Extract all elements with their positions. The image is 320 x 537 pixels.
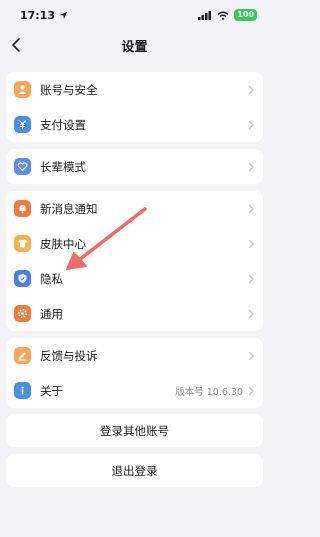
row-payment-settings[interactable]: 支付设置 bbox=[6, 107, 263, 142]
nav-bar: 设置 bbox=[0, 30, 269, 60]
row-label: 长辈模式 bbox=[40, 159, 86, 174]
chevron-right-icon bbox=[248, 204, 254, 213]
person-icon bbox=[14, 81, 31, 98]
shield-icon bbox=[14, 270, 31, 287]
row-label: 通用 bbox=[40, 306, 63, 321]
settings-group-elder: 长辈模式 bbox=[6, 149, 263, 184]
chevron-right-icon bbox=[248, 309, 254, 318]
bell-icon bbox=[14, 200, 31, 217]
row-general[interactable]: 通用 bbox=[6, 296, 263, 331]
row-label: 新消息通知 bbox=[40, 201, 98, 216]
login-other-account-button[interactable]: 登录其他账号 bbox=[6, 414, 263, 447]
gear-icon bbox=[14, 305, 31, 322]
version-text: 版本号 10.6.30 bbox=[175, 386, 243, 398]
chevron-right-icon bbox=[248, 274, 254, 283]
info-icon bbox=[14, 382, 31, 399]
settings-group-general: 新消息通知 皮肤中心 隐私 通用 bbox=[6, 191, 263, 331]
status-bar: 17:13 100 bbox=[0, 0, 269, 30]
shirt-icon bbox=[14, 235, 31, 252]
status-left: 17:13 bbox=[20, 9, 68, 22]
heart-icon bbox=[14, 158, 31, 175]
row-notifications[interactable]: 新消息通知 bbox=[6, 191, 263, 226]
signal-icon bbox=[198, 10, 212, 20]
row-feedback[interactable]: 反馈与投诉 bbox=[6, 338, 263, 373]
battery-indicator: 100 bbox=[234, 9, 257, 21]
status-time: 17:13 bbox=[20, 8, 56, 22]
page-title: 设置 bbox=[121, 39, 148, 55]
chevron-right-icon bbox=[248, 386, 254, 395]
wifi-icon bbox=[217, 11, 229, 20]
chevron-right-icon bbox=[248, 85, 254, 94]
row-label: 隐私 bbox=[40, 271, 63, 286]
back-icon[interactable] bbox=[8, 36, 26, 54]
chevron-right-icon bbox=[248, 162, 254, 171]
row-label: 账号与安全 bbox=[40, 82, 98, 97]
row-label: 支付设置 bbox=[40, 117, 86, 132]
row-elder-mode[interactable]: 长辈模式 bbox=[6, 149, 263, 184]
row-about[interactable]: 关于 版本号 10.6.30 bbox=[6, 373, 263, 408]
logout-button[interactable]: 退出登录 bbox=[6, 454, 263, 487]
row-account-security[interactable]: 账号与安全 bbox=[6, 72, 263, 107]
status-right: 100 bbox=[198, 9, 257, 21]
pencil-icon bbox=[14, 347, 31, 364]
chevron-right-icon bbox=[248, 120, 254, 129]
row-label: 皮肤中心 bbox=[40, 236, 86, 251]
yuan-icon bbox=[14, 116, 31, 133]
row-label: 关于 bbox=[40, 383, 63, 398]
row-label: 反馈与投诉 bbox=[40, 348, 98, 363]
row-privacy[interactable]: 隐私 bbox=[6, 261, 263, 296]
settings-group-support: 反馈与投诉 关于 版本号 10.6.30 bbox=[6, 338, 263, 408]
chevron-right-icon bbox=[248, 239, 254, 248]
settings-group-account: 账号与安全 支付设置 bbox=[6, 72, 263, 142]
row-skin-center[interactable]: 皮肤中心 bbox=[6, 226, 263, 261]
location-icon bbox=[59, 11, 68, 19]
chevron-right-icon bbox=[248, 351, 254, 360]
